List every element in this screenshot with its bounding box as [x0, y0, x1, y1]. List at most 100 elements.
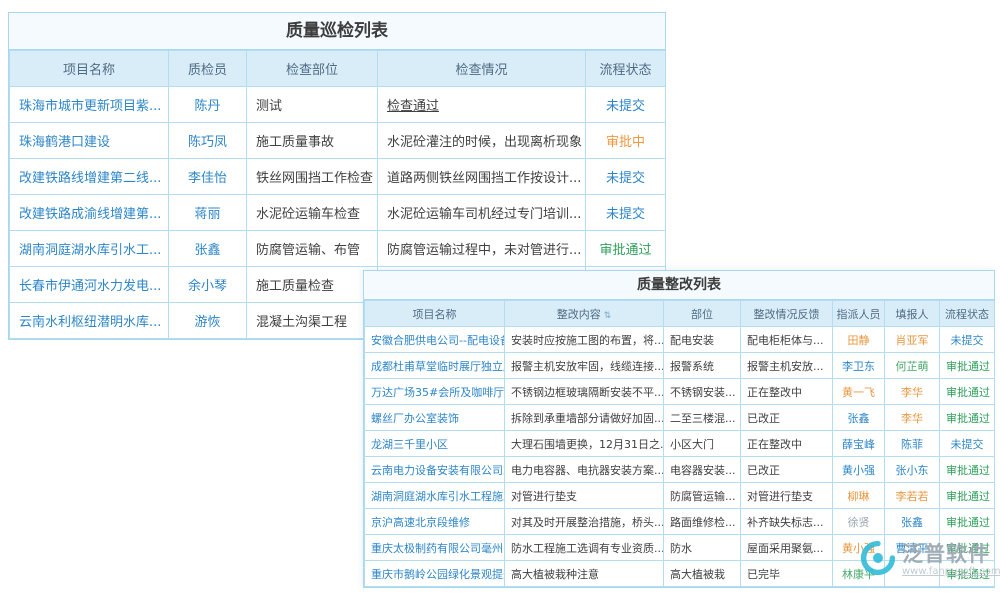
workflow-status: 审批通过: [940, 405, 995, 431]
rectify-feedback: 配电柜柜体与...: [741, 327, 833, 353]
rectify-part: 路面维修检...: [664, 509, 741, 535]
project-name-link[interactable]: 湖南洞庭湖水库引水工程施工标: [365, 483, 505, 509]
rectify-column-header: 部位: [664, 301, 741, 327]
inspector-name: 陈巧凤: [169, 123, 247, 159]
inspection-situation: 防腐管运输过程中，未对管进行...: [378, 231, 586, 267]
project-name-link[interactable]: 安徽合肥供电公司--配电设备...: [365, 327, 505, 353]
workflow-status: 审批中: [586, 123, 666, 159]
project-name-link[interactable]: 螺丝厂办公室装饰: [365, 405, 505, 431]
inspection-row: 珠海鹤港口建设陈巧凤施工质量事故水泥砼灌注的时候，出现离析现象审批中: [10, 123, 666, 159]
rectify-feedback: 已改正: [741, 405, 833, 431]
inspection-list-title: 质量巡检列表: [9, 13, 665, 50]
project-name-link[interactable]: 珠海市城市更新项目紫...: [10, 87, 169, 123]
rectify-content: 拆除到承重墙部分请做好加固...: [505, 405, 664, 431]
project-name-link[interactable]: 云南水利枢纽潜明水库...: [10, 303, 169, 339]
project-name-link[interactable]: 云南电力设备安装有限公司20...: [365, 457, 505, 483]
rectify-content: 高大植被栽种注意: [505, 561, 664, 587]
watermark-site: www.fanpusoft.com: [902, 566, 1000, 577]
rectify-part: 电容器安装...: [664, 457, 741, 483]
rectify-part: 不锈钢安装...: [664, 379, 741, 405]
project-name-link[interactable]: 长春市伊通河水力发电...: [10, 267, 169, 303]
inspection-part: 施工质量检查: [247, 267, 378, 303]
assignee-name: 黄一飞: [833, 379, 885, 405]
rectify-feedback: 正在整改中: [741, 431, 833, 457]
inspector-name: 张鑫: [169, 231, 247, 267]
workflow-status: 未提交: [940, 327, 995, 353]
inspection-situation: 水泥砼灌注的时候，出现离析现象: [378, 123, 586, 159]
inspection-situation: 水泥砼运输车司机经过专门培训...: [378, 195, 586, 231]
project-name-link[interactable]: 龙湖三千里小区: [365, 431, 505, 457]
rectify-feedback: 屋面采用聚氨...: [741, 535, 833, 561]
inspection-row: 湖南洞庭湖水库引水工...张鑫防腐管运输、布管防腐管运输过程中，未对管进行...…: [10, 231, 666, 267]
project-name-link[interactable]: 京沪高速北京段维修: [365, 509, 505, 535]
inspection-header-row: 项目名称质检员检查部位检查情况流程状态: [10, 51, 666, 87]
workflow-status: 审批通过: [586, 231, 666, 267]
inspection-column-header: 检查情况: [378, 51, 586, 87]
rectify-part: 二至三楼混...: [664, 405, 741, 431]
reporter-name: 李华: [885, 379, 940, 405]
reporter-name: 张鑫: [885, 509, 940, 535]
rectify-content: 安装时应按施工图的布置，将...: [505, 327, 664, 353]
rectify-column-header: 整改内容⇅: [505, 301, 664, 327]
assignee-name: 张鑫: [833, 405, 885, 431]
inspector-name: 李佳怡: [169, 159, 247, 195]
inspection-part: 水泥砼运输车检查: [247, 195, 378, 231]
assignee-name: 李卫东: [833, 353, 885, 379]
workflow-status: 未提交: [940, 431, 995, 457]
rectify-part: 防水: [664, 535, 741, 561]
rectify-feedback: 已完毕: [741, 561, 833, 587]
rectify-row: 螺丝厂办公室装饰拆除到承重墙部分请做好加固...二至三楼混...已改正张鑫李华审…: [365, 405, 995, 431]
rectify-part: 报警系统: [664, 353, 741, 379]
rectify-column-header: 填报人: [885, 301, 940, 327]
workflow-status: 审批通过: [940, 483, 995, 509]
rectify-row: 湖南洞庭湖水库引水工程施工标对管进行垫支防腐管运输...对管进行垫支柳琳李若若审…: [365, 483, 995, 509]
inspection-part: 混凝土沟渠工程: [247, 303, 378, 339]
project-name-link[interactable]: 珠海鹤港口建设: [10, 123, 169, 159]
reporter-name: 陈菲: [885, 431, 940, 457]
rectify-content: 对管进行垫支: [505, 483, 664, 509]
project-name-link[interactable]: 重庆市鹅岭公园绿化景观提升...: [365, 561, 505, 587]
rectify-row: 成都杜甫草堂临时展厅独立展...报警主机安放牢固，线缆连接...报警系统报警主机…: [365, 353, 995, 379]
reporter-name: 张小东: [885, 457, 940, 483]
rectify-feedback: 正在整改中: [741, 379, 833, 405]
sort-icon[interactable]: ⇅: [604, 311, 612, 321]
workflow-status: 审批通过: [940, 457, 995, 483]
rectify-list-title: 质量整改列表: [364, 271, 994, 300]
project-name-link[interactable]: 成都杜甫草堂临时展厅独立展...: [365, 353, 505, 379]
rectify-header-row: 项目名称整改内容⇅部位整改情况反馈指派人员填报人流程状态: [365, 301, 995, 327]
project-name-link[interactable]: 湖南洞庭湖水库引水工...: [10, 231, 169, 267]
inspection-part: 铁丝网围挡工作检查: [247, 159, 378, 195]
fanpu-logo-icon: [860, 540, 896, 580]
rectify-part: 小区大门: [664, 431, 741, 457]
inspection-part: 施工质量事故: [247, 123, 378, 159]
project-name-link[interactable]: 改建铁路成渝线增建第...: [10, 195, 169, 231]
rectify-part: 配电安装: [664, 327, 741, 353]
rectify-row: 万达广场35#会所及咖啡厅空...不锈钢边框玻璃隔断安装不平...不锈钢安装..…: [365, 379, 995, 405]
watermark: 泛普软件 www.fanpusoft.com: [860, 540, 1000, 580]
workflow-status: 审批通过: [940, 379, 995, 405]
inspector-name: 蒋丽: [169, 195, 247, 231]
workflow-status: 审批通过: [940, 353, 995, 379]
workflow-status: 审批通过: [940, 509, 995, 535]
assignee-name: 黄小强: [833, 457, 885, 483]
rectify-column-header: 流程状态: [940, 301, 995, 327]
inspection-situation: 检查通过: [378, 87, 586, 123]
inspection-part: 测试: [247, 87, 378, 123]
inspection-column-header: 检查部位: [247, 51, 378, 87]
rectify-feedback: 已改正: [741, 457, 833, 483]
inspection-row: 改建铁路成渝线增建第...蒋丽水泥砼运输车检查水泥砼运输车司机经过专门培训...…: [10, 195, 666, 231]
workflow-status: 未提交: [586, 159, 666, 195]
assignee-name: 徐贤: [833, 509, 885, 535]
rectify-part: 防腐管运输...: [664, 483, 741, 509]
reporter-name: 肖亚军: [885, 327, 940, 353]
watermark-brand: 泛普软件: [902, 543, 1000, 566]
project-name-link[interactable]: 万达广场35#会所及咖啡厅空...: [365, 379, 505, 405]
reporter-name: 李华: [885, 405, 940, 431]
rectify-feedback: 报警主机安放...: [741, 353, 833, 379]
inspection-situation: 道路两侧铁丝网围挡工作按设计...: [378, 159, 586, 195]
rectify-content: 报警主机安放牢固，线缆连接...: [505, 353, 664, 379]
project-name-link[interactable]: 重庆太极制药有限公司毫州中...: [365, 535, 505, 561]
rectify-column-header: 指派人员: [833, 301, 885, 327]
rectify-part: 高大植被栽: [664, 561, 741, 587]
project-name-link[interactable]: 改建铁路线增建第二线...: [10, 159, 169, 195]
